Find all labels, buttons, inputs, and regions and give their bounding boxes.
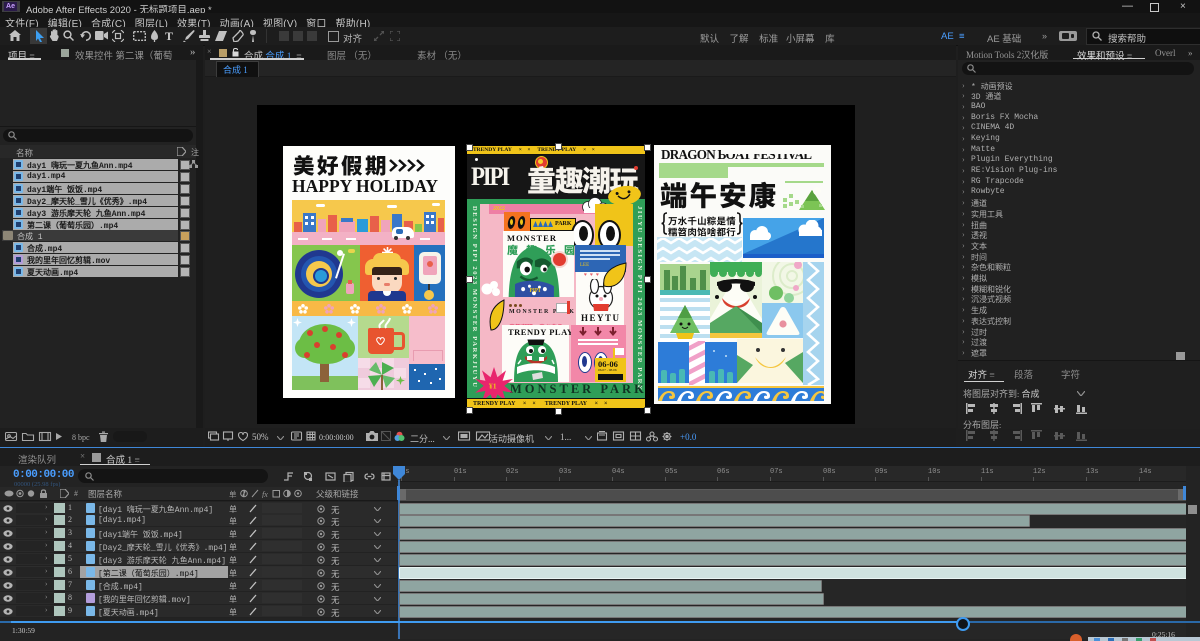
svg-text:PIPI: PIPI [529,288,541,294]
svg-text:¥1: ¥1 [489,381,497,390]
svg-text:fx: fx [262,490,268,498]
